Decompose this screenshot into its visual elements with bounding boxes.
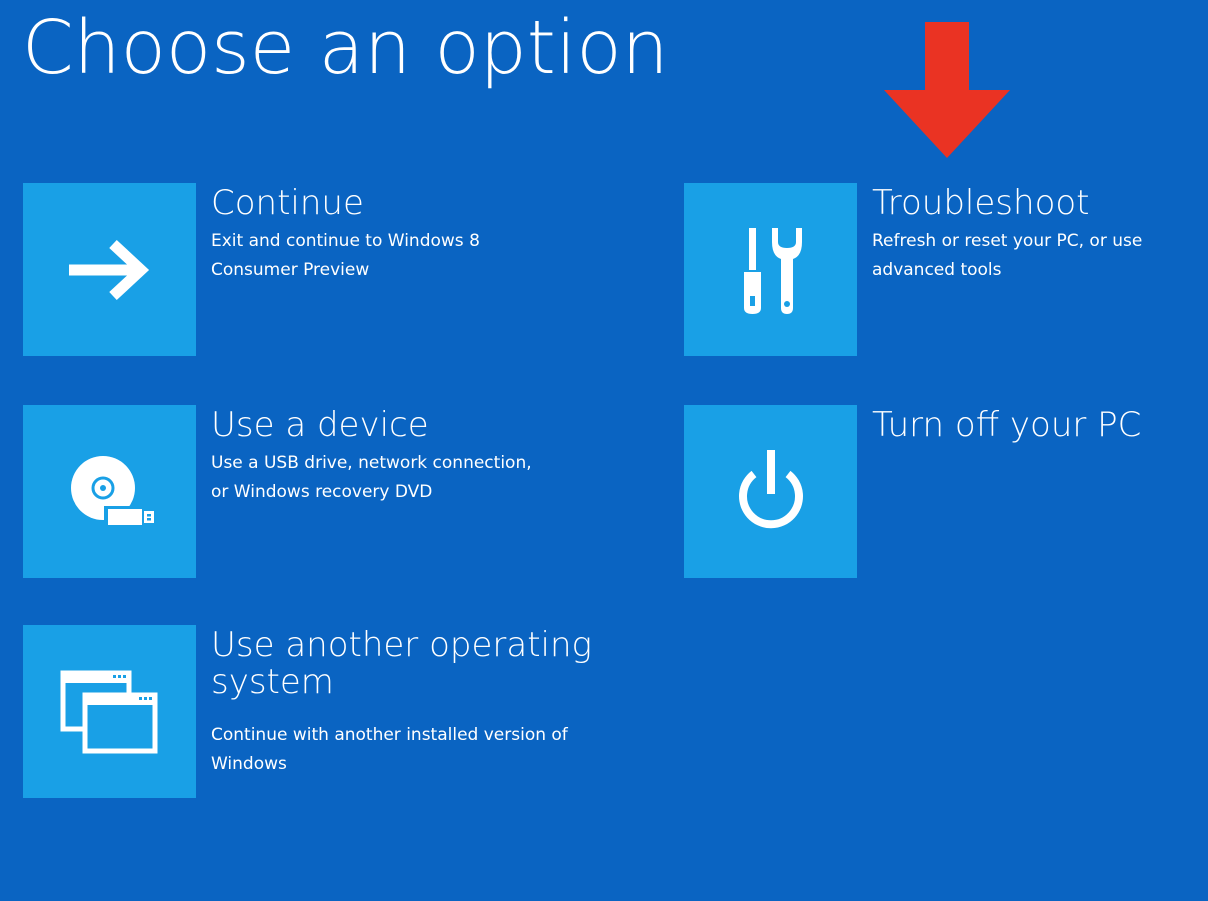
use-device-tile[interactable] — [23, 405, 196, 578]
troubleshoot-description: Refresh or reset your PC, or use advance… — [872, 231, 1143, 280]
troubleshoot-tile[interactable] — [684, 183, 857, 356]
continue-option[interactable]: Continue Exit and continue to Windows 8 … — [23, 183, 583, 356]
recovery-screen: Choose an option Continue Exit and conti… — [0, 0, 1208, 901]
use-device-description: Use a USB drive, network connection, or … — [211, 453, 532, 502]
another-os-tile[interactable] — [23, 625, 196, 798]
power-icon — [738, 449, 803, 528]
disc-usb-icon — [70, 455, 154, 526]
use-device-option[interactable]: Use a device Use a USB drive, network co… — [23, 405, 583, 578]
page-title: Choose an option — [22, 5, 669, 91]
use-device-title: Use a device — [211, 405, 429, 445]
continue-description: Exit and continue to Windows 8 Consumer … — [211, 231, 480, 280]
arrow-right-icon — [68, 239, 149, 300]
troubleshoot-option[interactable]: Troubleshoot Refresh or reset your PC, o… — [684, 183, 1194, 356]
another-os-title: Use another operating system — [211, 625, 592, 703]
red-down-arrow-icon — [884, 22, 1010, 158]
another-os-description: Continue with another installed version … — [211, 725, 568, 774]
turn-off-title: Turn off your PC — [872, 405, 1142, 445]
tools-icon — [743, 227, 802, 314]
continue-title: Continue — [211, 183, 364, 223]
windows-stack-icon — [60, 670, 157, 753]
turn-off-tile[interactable] — [684, 405, 857, 578]
troubleshoot-title: Troubleshoot — [872, 183, 1090, 223]
continue-tile[interactable] — [23, 183, 196, 356]
another-os-option[interactable]: Use another operating system Continue wi… — [23, 625, 623, 798]
turn-off-option[interactable]: Turn off your PC — [684, 405, 1194, 578]
